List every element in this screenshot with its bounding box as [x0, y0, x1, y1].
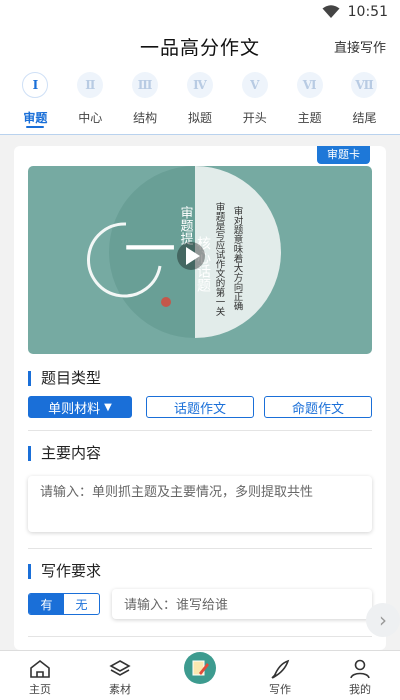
status-time: 10:51 [347, 4, 388, 20]
tab-step-5[interactable]: Ⅴ 开头 [232, 70, 278, 134]
tab-label: 主页 [29, 683, 51, 696]
edit-fab-button[interactable] [184, 652, 216, 684]
layers-icon [109, 660, 131, 676]
step-numeral: Ⅱ [77, 72, 104, 98]
step-numeral: Ⅳ [186, 72, 213, 98]
tab-step-1[interactable]: Ⅰ 审题 [12, 70, 58, 134]
tab-home[interactable]: 主页 [0, 651, 80, 700]
tab-write[interactable]: 写作 [240, 651, 320, 700]
banner-graphic: 一 审题提 核心话题 审题是写应试作文的第一关 审对题意味着大方向正确 [28, 166, 372, 354]
edit-icon [192, 660, 209, 676]
section-divider [28, 548, 372, 549]
page-title: 一品高分作文 [139, 36, 260, 59]
step-label: 审题 [23, 111, 48, 125]
tab-label: 素材 [109, 683, 131, 696]
tab-step-2[interactable]: Ⅱ 中心 [67, 70, 113, 134]
user-icon [350, 659, 370, 679]
main-content-input[interactable]: 请输入：单则抓主题及主要情况，多则提取共性 [28, 476, 372, 532]
pen-icon [271, 659, 290, 679]
main-content-title: 主要内容 [28, 446, 101, 461]
tab-label: 我的 [349, 683, 371, 696]
requirement-toggle[interactable]: 有 无 [28, 593, 100, 615]
step-label: 结构 [133, 111, 158, 125]
type-option-label: 话题作文 [173, 401, 226, 417]
step-label: 结尾 [352, 111, 377, 125]
section-divider [28, 636, 372, 637]
card-tag: 审题卡 [317, 146, 370, 164]
tab-step-6[interactable]: Ⅵ 主题 [287, 70, 333, 134]
next-arrow-button[interactable]: › [366, 603, 400, 637]
tab-profile[interactable]: 我的 [320, 651, 400, 700]
step-label: 主题 [297, 111, 322, 125]
step-card: 审题卡 一 审题提 核心话题 审题是写应试作文的第一关 审对题意味着大方向正确 … [14, 146, 386, 650]
step-numeral: Ⅶ [351, 72, 378, 98]
type-option-label: 单则材料 [48, 401, 101, 417]
step-tabs: Ⅰ 审题 Ⅱ 中心 Ⅲ 结构 Ⅳ 拟题 Ⅴ 开头 Ⅵ 主题 Ⅶ 结尾 [0, 70, 400, 134]
tab-materials[interactable]: 素材 [80, 651, 160, 700]
writing-requirement-title: 写作要求 [28, 564, 101, 579]
chevron-down-icon: ▼ [104, 401, 112, 413]
chevron-right-icon: › [379, 608, 387, 632]
step-numeral: Ⅴ [241, 72, 268, 98]
banner-col-1: 审题提 [178, 206, 194, 246]
step-label: 开头 [242, 111, 267, 125]
video-banner[interactable]: 一 审题提 核心话题 审题是写应试作文的第一关 审对题意味着大方向正确 [28, 166, 372, 354]
tab-step-7[interactable]: Ⅶ 结尾 [341, 70, 387, 134]
banner-big-char: 一 [124, 221, 176, 281]
banner-col-3: 审题是写应试作文的第一关 [214, 201, 226, 317]
type-option-proposition-essay[interactable]: 命题作文 [264, 396, 372, 418]
step-label: 中心 [78, 111, 103, 125]
app-header: 一品高分作文 直接写作 [0, 28, 400, 64]
type-option-label: 命题作文 [291, 401, 344, 417]
wifi-icon [322, 5, 340, 18]
step-numeral: Ⅰ [22, 72, 49, 98]
direct-write-button[interactable]: 直接写作 [334, 37, 386, 56]
type-option-topic-essay[interactable]: 话题作文 [146, 396, 254, 418]
step-numeral: Ⅵ [296, 72, 323, 98]
section-divider [28, 430, 372, 431]
toggle-on[interactable]: 有 [29, 594, 64, 614]
toggle-off[interactable]: 无 [64, 594, 99, 614]
status-bar: 10:51 [0, 0, 400, 24]
requirement-input[interactable]: 请输入：谁写给谁 [112, 589, 372, 619]
type-option-single-material[interactable]: 单则材料 ▼ [28, 396, 132, 418]
tab-label: 写作 [269, 683, 291, 696]
tab-step-3[interactable]: Ⅲ 结构 [122, 70, 168, 134]
step-label: 拟题 [187, 111, 212, 125]
question-type-title: 题目类型 [28, 371, 101, 386]
step-numeral: Ⅲ [132, 72, 159, 98]
tab-step-4[interactable]: Ⅳ 拟题 [177, 70, 223, 134]
home-icon [30, 659, 50, 678]
banner-col-4: 审对题意味着大方向正确 [232, 205, 244, 311]
